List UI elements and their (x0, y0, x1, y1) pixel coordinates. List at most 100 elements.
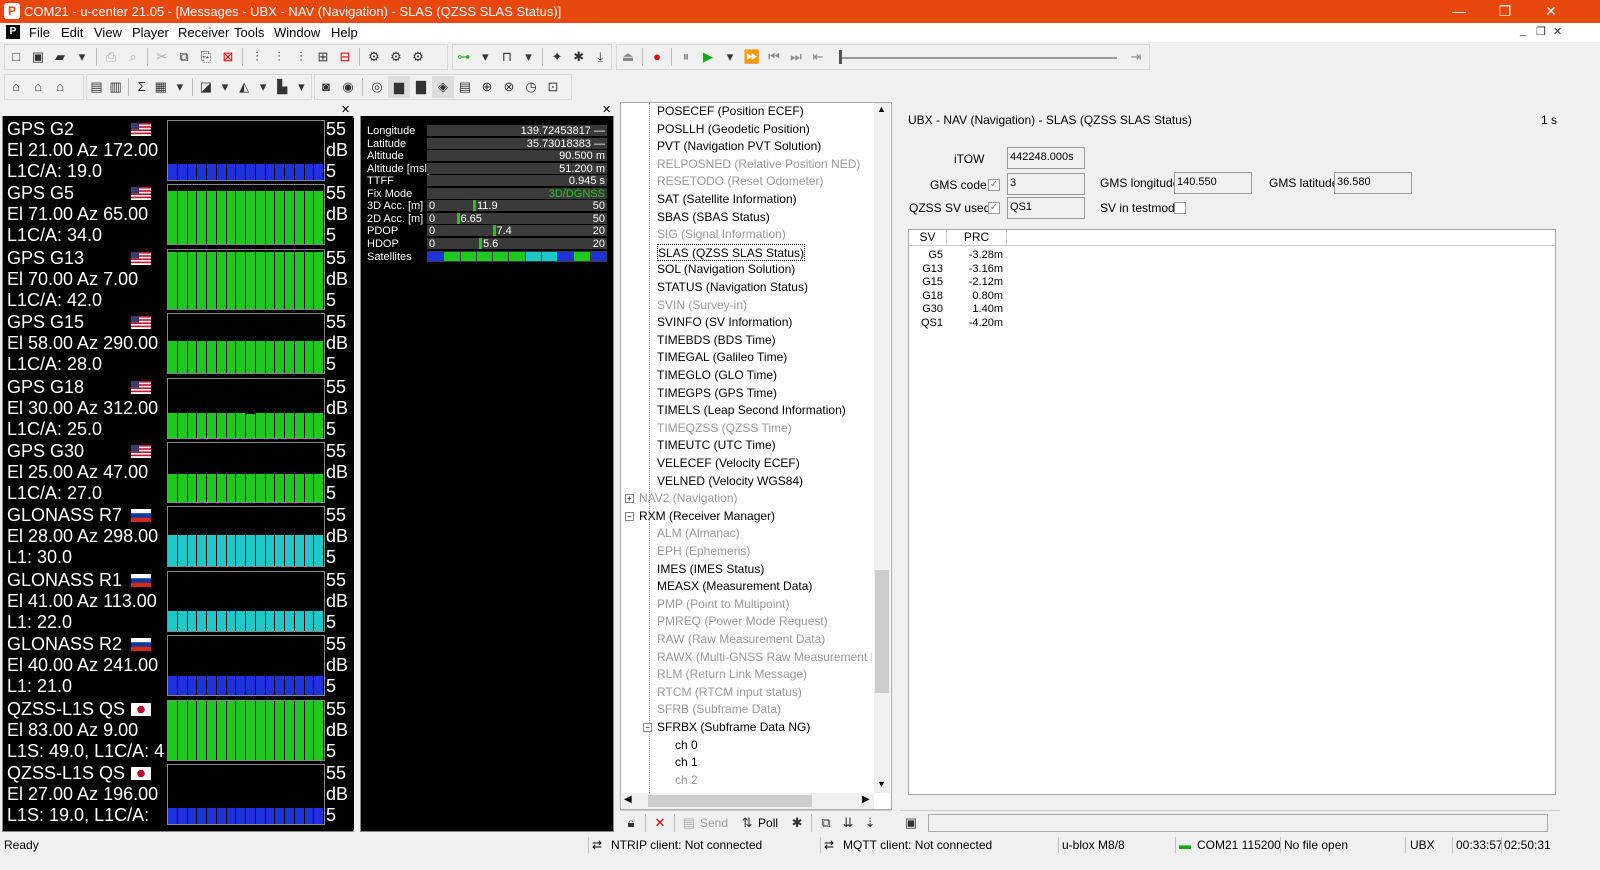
poll-icon[interactable]: ⇅ (736, 812, 758, 834)
config-save-icon[interactable]: ⌂ (27, 76, 49, 98)
tree-item[interactable]: RESETODO (Reset Odometer) (657, 173, 824, 190)
tree-item[interactable]: TIMELS (Leap Second Information) (657, 402, 846, 419)
satellite-icon[interactable]: ◈ (432, 76, 454, 98)
tools-icon[interactable]: ✱ (786, 812, 808, 834)
config-load-icon[interactable]: ⌂ (49, 76, 71, 98)
gms-code-checkbox[interactable]: ✓ (988, 179, 1000, 191)
open-icon[interactable]: ▰ (49, 46, 71, 68)
tree-item[interactable]: PMREQ (Power Mode Request) (657, 613, 828, 630)
ntrip-icon[interactable]: ⇄ (592, 838, 602, 852)
dropdown-icon[interactable]: ▾ (292, 76, 311, 98)
player-slider-thumb[interactable] (839, 50, 842, 64)
scroll-right-icon[interactable]: ▶ (862, 794, 870, 805)
level-icon[interactable]: ▇ (410, 76, 432, 98)
itow-field[interactable]: 442248.000s (1007, 147, 1085, 169)
print-icon[interactable]: ⎙ (100, 46, 122, 68)
config-icon[interactable]: ⌂ (5, 76, 27, 98)
tree-item[interactable]: TIMEGPS (GPS Time) (657, 385, 777, 402)
menu-edit[interactable]: Edit (61, 25, 83, 40)
menu-file[interactable]: File (29, 25, 50, 40)
dropdown-icon[interactable]: ▾ (215, 76, 234, 98)
copy-icon[interactable]: ⧉ (815, 812, 837, 834)
command-field[interactable] (928, 813, 1548, 832)
tree-item[interactable]: EPH (Ephemeris) (657, 543, 750, 560)
mdi-restore-button[interactable]: ❐ (1536, 25, 1546, 38)
lock-icon[interactable]: 🔒︎ (620, 812, 642, 834)
print-preview-icon[interactable]: ⌕ (122, 46, 144, 68)
dropdown-icon[interactable]: ▾ (170, 76, 189, 98)
testmode-checkbox[interactable] (1174, 202, 1186, 214)
tree-item[interactable]: VELECEF (Velocity ECEF) (657, 455, 800, 472)
play-icon[interactable]: ▶ (697, 46, 719, 68)
tree-item[interactable]: IMES (IMES Status) (657, 561, 764, 578)
tree-item[interactable]: POSLLH (Geodetic Position) (657, 121, 810, 138)
ntrip-status[interactable]: NTRIP client: Not connected (611, 838, 762, 852)
message-icon[interactable]: ▣ (900, 812, 922, 834)
clear-icon[interactable]: ✕ (649, 812, 671, 834)
gear-icon[interactable]: ⚙ (363, 46, 385, 68)
scroll-down-icon[interactable]: ▼ (877, 779, 886, 789)
eject-icon[interactable]: ⏏ (617, 46, 639, 68)
send-icon[interactable]: ▤ (678, 812, 700, 834)
tree-item[interactable]: SVIN (Survey-in) (657, 297, 747, 314)
import-icon[interactable]: ⇊ (837, 812, 859, 834)
chart-view-icon[interactable]: ◭ (235, 76, 254, 98)
copy-icon[interactable]: ⧉ (173, 46, 195, 68)
menu-help[interactable]: Help (331, 25, 358, 40)
tree-item[interactable]: SAT (Satellite Information) (657, 191, 797, 208)
player-slider-track[interactable] (842, 57, 1117, 59)
connection-icon[interactable]: ⊶ (453, 46, 475, 68)
tree-item[interactable]: ch 1 (675, 754, 698, 771)
mdi-app-icon[interactable]: P (6, 25, 20, 39)
sky-view-icon[interactable]: ◙ (315, 76, 337, 98)
gms-latitude-field[interactable]: 36.580 (1334, 172, 1412, 194)
tree-item[interactable]: POSECEF (Position ECEF) (657, 103, 804, 120)
dropdown-icon[interactable]: ▾ (475, 46, 497, 68)
mdi-minimize-button[interactable]: _ (1520, 25, 1526, 37)
paste-icon[interactable]: ⎘ (195, 46, 217, 68)
tree-item[interactable]: TIMEBDS (BDS Time) (657, 332, 776, 349)
tree-item[interactable]: RLM (Return Link Message) (657, 666, 807, 683)
tree-item[interactable]: SLAS (QZSS SLAS Status) (657, 243, 806, 261)
expand-icon[interactable]: + (625, 494, 634, 504)
gear-run-icon[interactable]: ⚙ (407, 46, 429, 68)
tree-item[interactable]: TIMEUTC (UTC Time) (657, 437, 776, 454)
restore-button[interactable]: ❐ (1482, 0, 1528, 23)
cut-icon[interactable]: ✂ (151, 46, 173, 68)
compass-icon[interactable]: ◎ (366, 76, 388, 98)
dropdown-icon[interactable]: ▾ (71, 46, 93, 68)
map-view-icon[interactable]: ◪ (196, 76, 215, 98)
mqtt-status[interactable]: MQTT client: Not connected (843, 838, 992, 852)
menu-tools[interactable]: Tools (234, 25, 264, 40)
col-prc-header[interactable]: PRC (947, 230, 1007, 246)
scroll-thumb[interactable] (648, 795, 812, 807)
tree-item[interactable]: TIMEGAL (Galileo Time) (657, 349, 787, 366)
gms-code-field[interactable]: 3 (1007, 173, 1085, 195)
tree-item[interactable]: SBAS (SBAS Status) (657, 209, 770, 226)
tree-item[interactable]: SFRB (Subframe Data) (657, 701, 781, 718)
menu-view[interactable]: View (94, 25, 122, 40)
qzss-sv-checkbox[interactable]: ✓ (988, 202, 1000, 214)
save-icon[interactable]: ▣ (27, 46, 49, 68)
menu-player[interactable]: Player (132, 25, 169, 40)
text-console-icon[interactable]: ▤ (454, 76, 476, 98)
tree-item[interactable]: PMP (Point to Multipoint) (657, 596, 790, 613)
end-icon[interactable]: ⇥ (1125, 46, 1147, 68)
new-icon[interactable]: □ (5, 46, 27, 68)
packet-view-icon[interactable]: ▥ (106, 76, 125, 98)
tree-item[interactable]: ch 2 (675, 772, 698, 789)
export-icon[interactable]: ⇣ (859, 812, 881, 834)
deviation-map-icon[interactable]: ◉ (337, 76, 359, 98)
fast-forward-icon[interactable]: ⏩ (741, 46, 763, 68)
step-forward-icon[interactable]: ⏭ (785, 46, 807, 68)
dashboard-icon[interactable]: ⊡ (542, 76, 564, 98)
pause-icon[interactable]: ⏸ (675, 46, 697, 68)
debug-icon[interactable]: ✱ (568, 46, 590, 68)
logging-w-icon[interactable]: ⫶ (268, 46, 290, 68)
clock-icon[interactable]: ◷ (520, 76, 542, 98)
tree-item[interactable]: RXM (Receiver Manager) (639, 508, 775, 525)
minimize-button[interactable]: — (1436, 0, 1482, 23)
tree-item[interactable]: RAWX (Multi-GNSS Raw Measurement Da (657, 649, 872, 666)
scroll-up-icon[interactable]: ▲ (877, 104, 886, 114)
tree-item[interactable]: SFRBX (Subframe Data NG) (657, 719, 810, 736)
